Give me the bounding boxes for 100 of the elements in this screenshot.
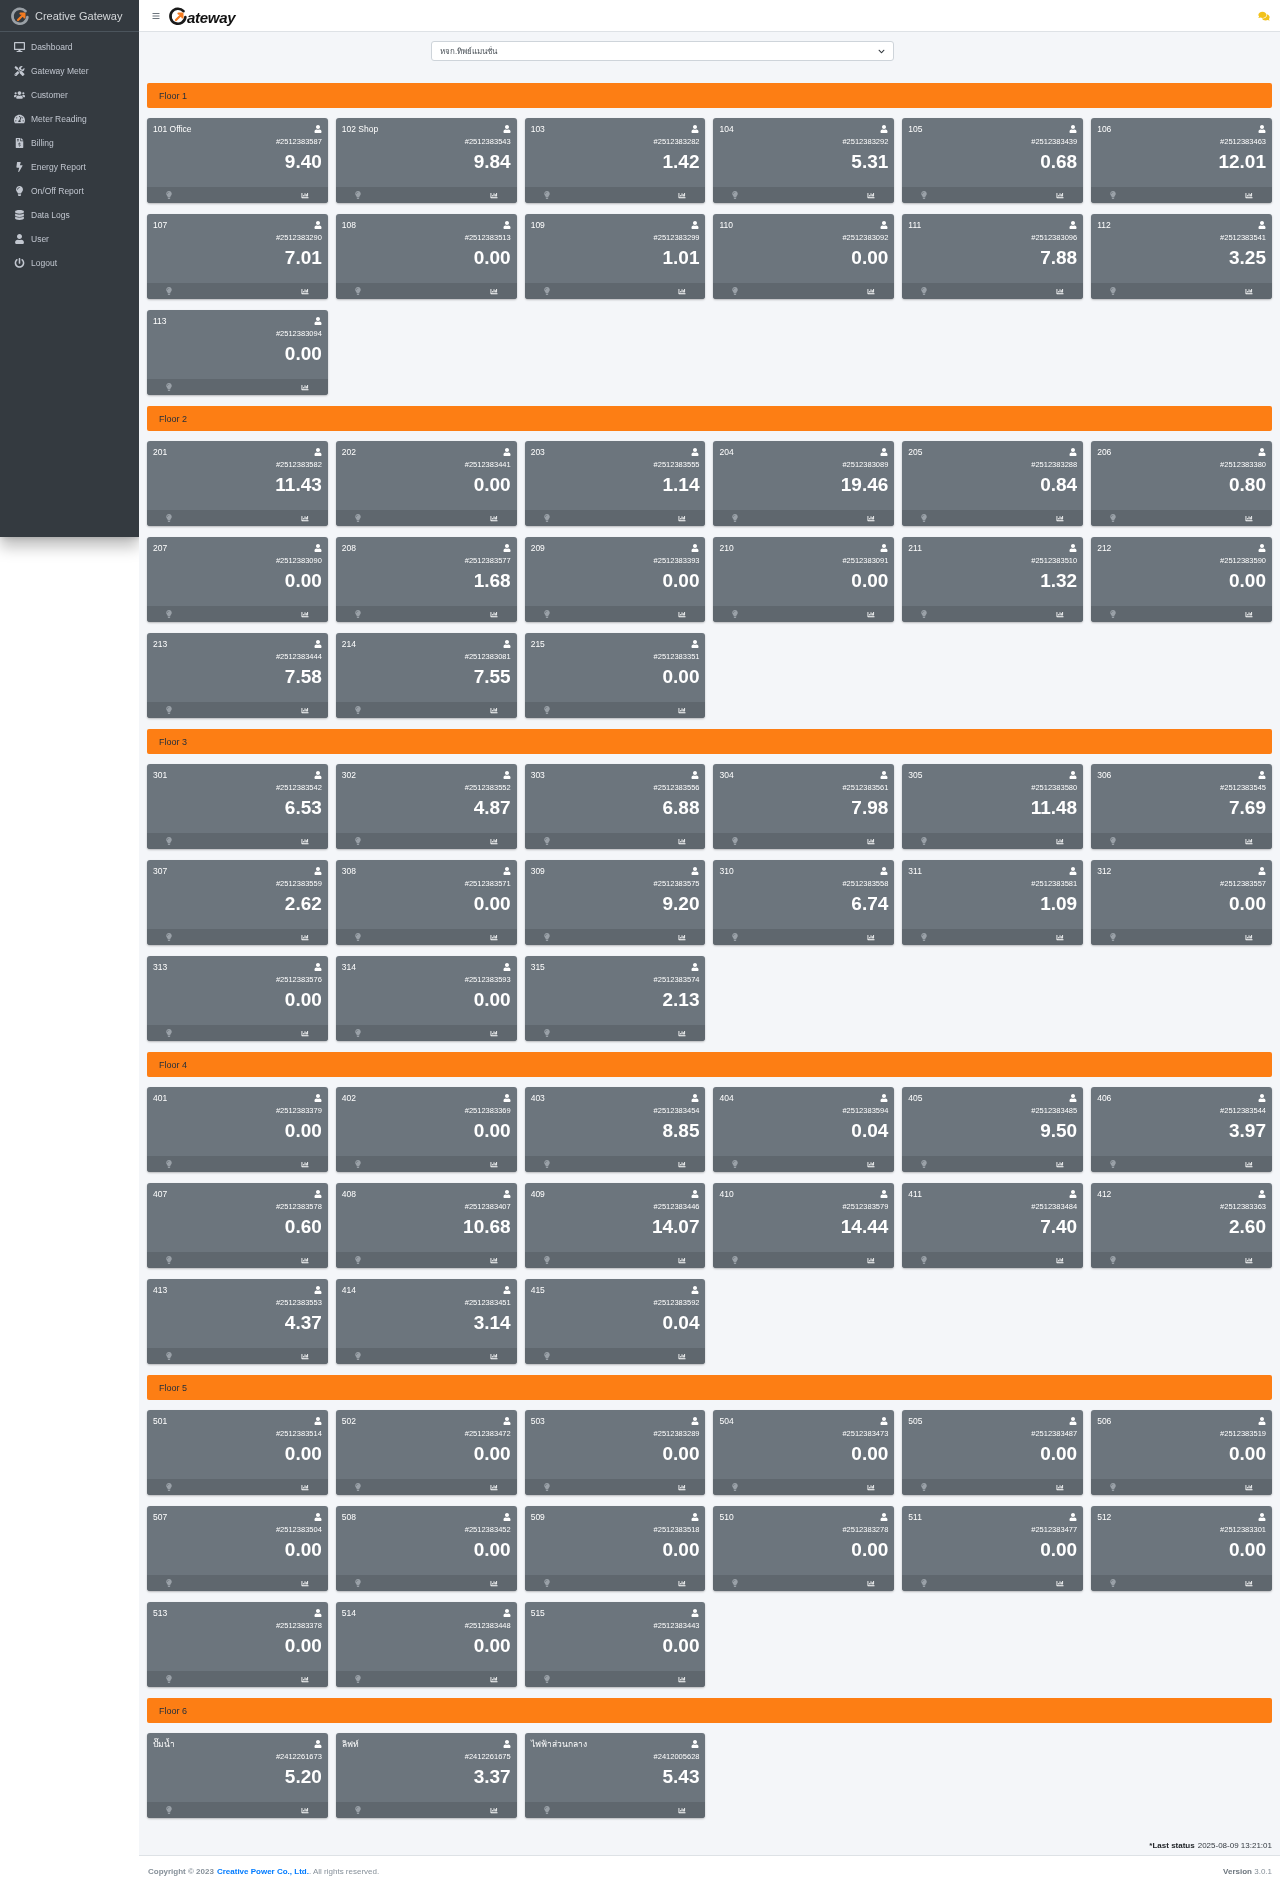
bar-chart-icon[interactable] [1056, 933, 1065, 941]
user-icon [502, 1740, 511, 1748]
bar-chart-icon[interactable] [300, 933, 309, 941]
bar-chart-icon[interactable] [678, 287, 687, 295]
bar-chart-icon[interactable] [1056, 1579, 1065, 1587]
bar-chart-icon[interactable] [1245, 837, 1253, 845]
bar-chart-icon[interactable] [489, 933, 498, 941]
bar-chart-icon[interactable] [867, 287, 876, 295]
bar-chart-icon[interactable] [1056, 514, 1065, 522]
bar-chart-icon[interactable] [1245, 287, 1253, 295]
bar-chart-icon[interactable] [867, 1256, 876, 1264]
bar-chart-icon[interactable] [867, 1483, 876, 1491]
room-name: 304 [719, 770, 734, 780]
sidebar-item[interactable]: Logout [4, 251, 135, 275]
bar-chart-icon[interactable] [300, 191, 309, 199]
bar-chart-icon[interactable] [489, 514, 498, 522]
bar-chart-icon[interactable] [867, 933, 876, 941]
sidebar-item[interactable]: Data Logs [4, 203, 135, 227]
bar-chart-icon[interactable] [678, 1806, 687, 1814]
bar-chart-icon[interactable] [678, 706, 687, 714]
user-icon [502, 544, 511, 552]
bar-chart-icon[interactable] [300, 514, 309, 522]
bar-chart-icon[interactable] [678, 1483, 687, 1491]
bar-chart-icon[interactable] [300, 706, 309, 714]
bar-chart-icon[interactable] [300, 837, 309, 845]
bar-chart-icon[interactable] [489, 1675, 498, 1683]
building-select[interactable]: หจก.ทิพย์แมนชั่น [431, 41, 894, 61]
bar-chart-icon[interactable] [489, 1806, 498, 1814]
bar-chart-icon[interactable] [489, 1483, 498, 1491]
bar-chart-icon[interactable] [867, 837, 876, 845]
lightbulb-icon [166, 610, 172, 618]
bar-chart-icon[interactable] [678, 191, 687, 199]
bar-chart-icon[interactable] [489, 610, 498, 618]
bar-chart-icon[interactable] [1245, 1256, 1253, 1264]
room-name: ไฟฟ้าส่วนกลาง [530, 1738, 587, 1751]
bar-chart-icon[interactable] [1245, 1483, 1253, 1491]
bar-chart-icon[interactable] [678, 933, 687, 941]
bar-chart-icon[interactable] [300, 610, 309, 618]
bar-chart-icon[interactable] [489, 1579, 498, 1587]
bar-chart-icon[interactable] [867, 191, 876, 199]
bar-chart-icon[interactable] [300, 1160, 309, 1168]
bar-chart-icon[interactable] [678, 514, 687, 522]
bar-chart-icon[interactable] [678, 610, 687, 618]
floor-header: Floor 3 [147, 729, 1272, 754]
bar-chart-icon[interactable] [678, 1352, 687, 1360]
bar-chart-icon[interactable] [678, 1160, 687, 1168]
bar-chart-icon[interactable] [1245, 1579, 1253, 1587]
bar-chart-icon[interactable] [489, 1029, 498, 1037]
sidebar-item[interactable]: User [4, 227, 135, 251]
sidebar-item[interactable]: Dashboard [4, 35, 135, 59]
bar-chart-icon[interactable] [1245, 514, 1253, 522]
bar-chart-icon[interactable] [300, 1352, 309, 1360]
bar-chart-icon[interactable] [300, 287, 309, 295]
sidebar-item[interactable]: On/Off Report [4, 179, 135, 203]
bar-chart-icon[interactable] [1056, 1160, 1065, 1168]
bar-chart-icon[interactable] [1245, 191, 1253, 199]
bar-chart-icon[interactable] [489, 1352, 498, 1360]
bar-chart-icon[interactable] [1056, 191, 1065, 199]
bar-chart-icon[interactable] [489, 706, 498, 714]
bar-chart-icon[interactable] [300, 1029, 309, 1037]
lightbulb-icon [921, 191, 928, 199]
bar-chart-icon[interactable] [678, 1675, 687, 1683]
bar-chart-icon[interactable] [1056, 837, 1065, 845]
sidebar-item[interactable]: Gateway Meter [4, 59, 135, 83]
bar-chart-icon[interactable] [1245, 1160, 1253, 1168]
bar-chart-icon[interactable] [300, 383, 309, 391]
bar-chart-icon[interactable] [1245, 933, 1253, 941]
bar-chart-icon[interactable] [1056, 1483, 1065, 1491]
bar-chart-icon[interactable] [1056, 1256, 1065, 1264]
bar-chart-icon[interactable] [1245, 610, 1253, 618]
bar-chart-icon[interactable] [867, 1579, 876, 1587]
bar-chart-icon[interactable] [867, 610, 876, 618]
sidebar-item[interactable]: Energy Report [4, 155, 135, 179]
room-name: 503 [530, 1416, 545, 1426]
bar-chart-icon[interactable] [300, 1806, 309, 1814]
bar-chart-icon[interactable] [489, 287, 498, 295]
bar-chart-icon[interactable] [300, 1483, 309, 1491]
bar-chart-icon[interactable] [489, 837, 498, 845]
menu-button[interactable] [152, 11, 160, 20]
bar-chart-icon[interactable] [867, 514, 876, 522]
company-link[interactable]: Creative Power Co., Ltd. [216, 1867, 309, 1876]
sidebar-item[interactable]: Customer [4, 83, 135, 107]
bar-chart-icon[interactable] [489, 1160, 498, 1168]
bar-chart-icon[interactable] [678, 837, 687, 845]
bar-chart-icon[interactable] [678, 1029, 687, 1037]
sidebar-item[interactable]: Billing [4, 131, 135, 155]
user-icon [313, 317, 322, 325]
bar-chart-icon[interactable] [1056, 287, 1065, 295]
bar-chart-icon[interactable] [300, 1579, 309, 1587]
bar-chart-icon[interactable] [300, 1256, 309, 1264]
sidebar-item[interactable]: Meter Reading [4, 107, 135, 131]
bar-chart-icon[interactable] [678, 1256, 687, 1264]
bar-chart-icon[interactable] [300, 1675, 309, 1683]
user-icon [502, 640, 511, 648]
bar-chart-icon[interactable] [1056, 610, 1065, 618]
bar-chart-icon[interactable] [678, 1579, 687, 1587]
meter-reading: 6.88 [662, 797, 700, 819]
bar-chart-icon[interactable] [867, 1160, 876, 1168]
bar-chart-icon[interactable] [489, 1256, 498, 1264]
bar-chart-icon[interactable] [489, 191, 498, 199]
